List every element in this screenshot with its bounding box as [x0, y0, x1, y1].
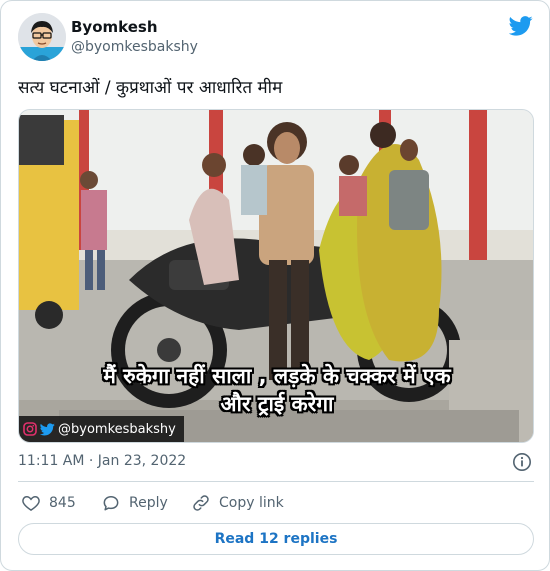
reply-button[interactable]: Reply [101, 493, 168, 513]
tweet-timestamp[interactable]: 11:11 AM · Jan 23, 2022 [18, 453, 186, 469]
copy-link-button[interactable]: Copy link [191, 493, 284, 513]
like-button[interactable]: 845 [21, 493, 76, 513]
like-count: 845 [49, 495, 76, 511]
twitter-bird-icon [40, 422, 55, 435]
author-handle[interactable]: @byomkesbakshy [71, 39, 198, 55]
read-replies-button[interactable]: Read 12 replies [18, 523, 534, 555]
tweet-media[interactable]: मैं रुकेगा नहीं साला , लड़के के चक्कर मे… [18, 109, 534, 443]
watermark-handle: @byomkesbakshy [58, 421, 176, 437]
info-icon[interactable] [512, 452, 532, 472]
author-name[interactable]: Byomkesh [71, 18, 158, 36]
reply-label: Reply [129, 495, 168, 511]
twitter-bird-icon[interactable] [509, 15, 533, 37]
link-icon [193, 495, 209, 511]
copy-link-label: Copy link [219, 495, 284, 511]
heart-icon [22, 495, 40, 511]
meme-caption-line1: मैं रुकेगा नहीं साला , लड़के के चक्कर मे… [103, 364, 451, 388]
tweet-card: Byomkesh @byomkesbakshy सत्य घटनाओं / कु… [0, 0, 550, 571]
instagram-icon [23, 422, 37, 436]
tweet-text: सत्य घटनाओं / कुप्रथाओं पर आधारित मीम [18, 78, 283, 98]
divider [18, 481, 534, 482]
meme-watermark: @byomkesbakshy [19, 416, 184, 442]
avatar-illustration [18, 13, 66, 61]
reply-bubble-icon [103, 496, 119, 511]
avatar[interactable] [18, 13, 66, 61]
meme-caption-line2: और ट्राई करेगा [220, 392, 334, 416]
